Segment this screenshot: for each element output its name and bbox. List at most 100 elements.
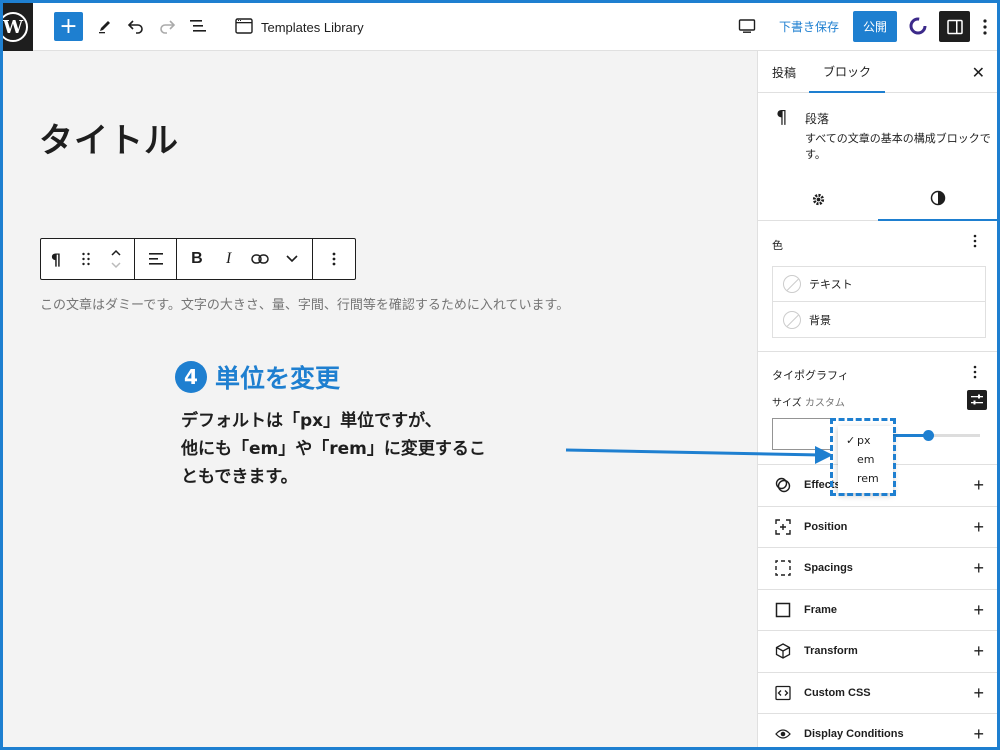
typography-options-icon[interactable]	[973, 364, 983, 382]
block-toolbar: ¶ B I	[40, 238, 356, 280]
panel-label: Position	[804, 520, 848, 533]
block-options-icon[interactable]	[319, 239, 349, 279]
panel-custom-css[interactable]: Custom CSS +	[758, 673, 997, 714]
half-circle-contrast-icon	[930, 190, 946, 210]
font-size-input[interactable]	[772, 418, 832, 450]
panel-frame[interactable]: Frame +	[758, 590, 997, 631]
frame-icon	[775, 602, 791, 618]
cube-icon	[775, 643, 791, 659]
color-item-label: テキスト	[809, 278, 853, 291]
color-options-icon[interactable]	[973, 233, 983, 251]
color-items: テキスト 背景	[772, 266, 986, 338]
color-item-label: 背景	[809, 313, 831, 327]
sliders-icon	[971, 394, 983, 405]
add-block-button[interactable]: +	[54, 12, 83, 41]
bold-icon[interactable]: B	[182, 239, 212, 279]
close-icon[interactable]: ✕	[972, 63, 985, 82]
wordpress-logo-icon[interactable]: W	[3, 3, 33, 51]
sidebar-icon	[946, 19, 963, 34]
expand-plus-icon[interactable]: +	[973, 476, 984, 494]
list-view-icon[interactable]	[187, 15, 209, 37]
annotation-title: 単位を変更	[215, 364, 341, 393]
block-card: ¶ 段落 すべての文章の基本の構成ブロックです。	[758, 93, 997, 221]
block-description: すべての文章の基本の構成ブロックです。	[805, 132, 991, 161]
color-item-background[interactable]: 背景	[773, 302, 985, 337]
color-panel-heading: 色	[772, 239, 783, 252]
paragraph-icon[interactable]: ¶	[41, 239, 71, 279]
document-title-bar[interactable]: Templates Library	[235, 16, 364, 38]
sidebar-tabs: 投稿 ブロック ✕	[758, 51, 997, 93]
italic-icon[interactable]: I	[214, 239, 244, 279]
screenshot-frame: W + Templates Library 下書き保存 公開 タイトル ¶ B …	[0, 0, 1000, 750]
spacing-icon	[775, 560, 791, 576]
link-icon[interactable]	[245, 239, 275, 279]
empty-swatch-icon	[783, 310, 801, 329]
save-draft-button[interactable]: 下書き保存	[779, 18, 839, 35]
expand-plus-icon[interactable]: +	[973, 725, 984, 743]
redo-icon[interactable]	[156, 15, 178, 37]
settings-sidebar-toggle[interactable]	[939, 11, 970, 42]
panel-label: Display Conditions	[804, 728, 904, 741]
paragraph-block[interactable]: この文章はダミーです。文字の大きさ、量、字間、行間等を確認するために入れています…	[40, 294, 569, 313]
panel-display-conditions[interactable]: Display Conditions +	[758, 714, 997, 747]
pencil-icon[interactable]	[94, 15, 116, 37]
slider-thumb[interactable]	[923, 430, 934, 441]
panel-label: Spacings	[804, 562, 853, 575]
font-size-label: サイズ カスタム	[772, 394, 845, 409]
expand-plus-icon[interactable]: +	[973, 642, 984, 660]
step-number-badge: 4	[175, 361, 207, 393]
tab-styles[interactable]	[878, 181, 997, 221]
size-label-text: サイズ	[772, 398, 802, 409]
post-title[interactable]: タイトル	[39, 113, 179, 162]
panel-label: Transform	[804, 645, 858, 658]
drag-handle-icon[interactable]	[71, 239, 101, 279]
expand-plus-icon[interactable]: +	[973, 684, 984, 702]
panel-transform[interactable]: Transform +	[758, 631, 997, 673]
size-mode-text: カスタム	[804, 398, 845, 409]
block-toolbar-group-align	[135, 239, 177, 279]
editor-canvas[interactable]: タイトル ¶ B I この文章はダミーです。文字の大きさ、量、字間、行間等を確認…	[3, 51, 757, 747]
block-toolbar-group-options	[313, 239, 355, 279]
settings-sidebar: 投稿 ブロック ✕ ¶ 段落 すべての文章の基本の構成ブロックです。 色 テキス…	[757, 51, 997, 747]
more-options-icon[interactable]	[977, 15, 993, 39]
document-title: Templates Library	[261, 19, 364, 35]
eye-icon	[775, 726, 791, 742]
annotation-heading: 4 単位を変更	[175, 359, 340, 395]
color-item-text[interactable]: テキスト	[773, 267, 985, 302]
typography-heading: タイポグラフィ	[772, 369, 849, 382]
tab-settings[interactable]	[758, 181, 878, 221]
editor-top-toolbar: W + Templates Library 下書き保存 公開	[3, 3, 997, 51]
empty-swatch-icon	[783, 275, 801, 293]
expand-plus-icon[interactable]: +	[973, 559, 984, 577]
position-icon	[775, 519, 791, 535]
font-size-slider[interactable]	[884, 430, 980, 441]
undo-icon[interactable]	[125, 15, 147, 37]
align-left-icon[interactable]	[141, 239, 171, 279]
code-icon	[775, 685, 791, 701]
move-up-down-icon[interactable]	[101, 239, 131, 279]
annotation-line: 他にも「em」や「rem」に変更するこ	[181, 439, 486, 459]
tab-post[interactable]: 投稿	[772, 51, 796, 93]
annotation-line: ともできます。	[181, 467, 298, 487]
gear-icon	[811, 192, 826, 211]
publish-button[interactable]: 公開	[853, 11, 897, 42]
typography-panel: タイポグラフィ サイズ カスタム ✓ px em rem	[758, 352, 997, 496]
expand-plus-icon[interactable]: +	[973, 601, 984, 619]
block-name: 段落	[805, 112, 830, 126]
panel-spacings[interactable]: Spacings +	[758, 548, 997, 590]
block-toolbar-group-format: B I	[177, 239, 313, 279]
block-toolbar-group-transform: ¶	[41, 239, 135, 279]
preview-device-icon[interactable]	[736, 15, 758, 37]
size-presets-toggle[interactable]	[967, 390, 987, 410]
panel-position[interactable]: Position +	[758, 507, 997, 548]
tab-block[interactable]: ブロック	[809, 51, 886, 93]
template-icon	[235, 17, 253, 37]
annotation-line: デフォルトは「px」単位ですが、	[181, 411, 442, 431]
color-panel: 色 テキスト 背景	[758, 221, 997, 352]
panel-label: Frame	[804, 603, 838, 616]
plugin-ring-icon[interactable]	[907, 15, 929, 37]
panel-label: Custom CSS	[804, 686, 871, 699]
chevron-down-icon[interactable]	[277, 239, 307, 279]
highlight-box	[830, 418, 896, 496]
expand-plus-icon[interactable]: +	[973, 518, 984, 536]
